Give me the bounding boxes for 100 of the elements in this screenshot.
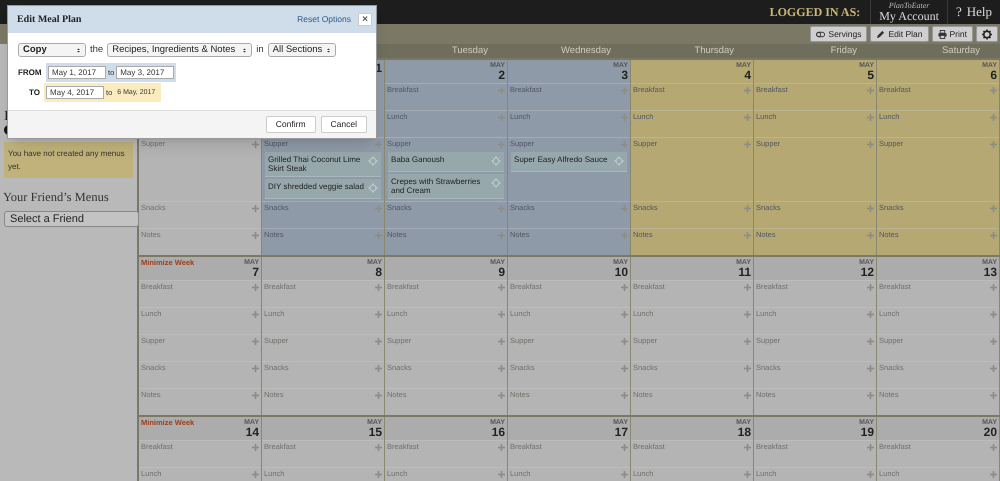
add-icon[interactable] — [621, 470, 628, 478]
recipe-card[interactable]: Crepes with Strawberries and Cream — [388, 174, 504, 199]
to-start-field[interactable]: May 4, 2017 — [46, 86, 104, 100]
add-icon[interactable] — [990, 284, 997, 290]
add-icon[interactable] — [375, 232, 382, 238]
add-icon[interactable] — [375, 338, 382, 344]
add-icon[interactable] — [498, 444, 505, 450]
add-icon[interactable] — [498, 232, 505, 238]
add-icon[interactable] — [744, 392, 751, 398]
add-icon[interactable] — [375, 364, 382, 372]
recipe-card[interactable]: Grilled Thai Coconut Lime Skirt Steak — [265, 152, 381, 177]
add-icon[interactable] — [990, 86, 997, 94]
add-icon[interactable] — [744, 232, 751, 238]
action-select[interactable]: Copy — [18, 43, 86, 58]
add-icon[interactable] — [621, 140, 628, 148]
add-icon[interactable] — [744, 444, 751, 450]
dialog-button[interactable]: Confirm — [266, 116, 316, 134]
edit-button[interactable]: Edit Plan — [870, 26, 929, 42]
add-icon[interactable] — [375, 140, 382, 148]
add-icon[interactable] — [744, 310, 751, 318]
add-icon[interactable] — [990, 232, 997, 238]
add-icon[interactable] — [744, 140, 751, 148]
section-select[interactable]: All Sections — [268, 43, 336, 58]
add-icon[interactable] — [498, 114, 505, 120]
add-icon[interactable] — [498, 392, 505, 398]
add-icon[interactable] — [867, 470, 874, 478]
add-icon[interactable] — [744, 86, 751, 94]
add-icon[interactable] — [498, 204, 505, 212]
add-icon[interactable] — [990, 338, 997, 344]
add-icon[interactable] — [867, 86, 874, 94]
add-icon[interactable] — [867, 140, 874, 148]
add-icon[interactable] — [621, 232, 628, 238]
add-icon[interactable] — [252, 470, 259, 478]
add-icon[interactable] — [990, 204, 997, 212]
add-icon[interactable] — [621, 86, 628, 94]
add-icon[interactable] — [744, 364, 751, 372]
add-icon[interactable] — [990, 310, 997, 318]
add-icon[interactable] — [498, 364, 505, 372]
settings-button[interactable] — [976, 26, 998, 42]
friend-select[interactable]: Select a Friend — [4, 210, 139, 227]
add-icon[interactable] — [375, 470, 382, 478]
reset-options-link[interactable]: Reset Options — [297, 13, 351, 26]
add-icon[interactable] — [621, 310, 628, 318]
dialog-button[interactable]: Cancel — [320, 116, 367, 134]
add-icon[interactable] — [498, 310, 505, 318]
add-icon[interactable] — [498, 284, 505, 290]
add-icon[interactable] — [621, 204, 628, 212]
servings-button[interactable]: Servings — [810, 26, 868, 42]
add-icon[interactable] — [867, 444, 874, 450]
add-icon[interactable] — [621, 392, 628, 398]
add-icon[interactable] — [252, 284, 259, 290]
add-icon[interactable] — [252, 392, 259, 398]
add-icon[interactable] — [498, 140, 505, 148]
add-icon[interactable] — [744, 338, 751, 344]
add-icon[interactable] — [498, 86, 505, 94]
add-icon[interactable] — [252, 204, 259, 212]
add-icon[interactable] — [498, 470, 505, 478]
add-icon[interactable] — [252, 338, 259, 344]
add-icon[interactable] — [867, 114, 874, 120]
add-icon[interactable] — [867, 232, 874, 238]
add-icon[interactable] — [375, 204, 382, 212]
add-icon[interactable] — [252, 444, 259, 450]
add-icon[interactable] — [375, 392, 382, 398]
add-icon[interactable] — [744, 470, 751, 478]
help-link[interactable]: ? Help — [948, 2, 1000, 22]
close-button[interactable]: × — [358, 13, 372, 26]
add-icon[interactable] — [990, 444, 997, 450]
add-icon[interactable] — [498, 338, 505, 344]
add-icon[interactable] — [867, 204, 874, 212]
add-icon[interactable] — [744, 284, 751, 290]
add-icon[interactable] — [375, 284, 382, 290]
recipe-card[interactable]: Baba Ganoush — [388, 152, 504, 172]
add-icon[interactable] — [867, 338, 874, 344]
add-icon[interactable] — [252, 310, 259, 318]
print-button[interactable]: Print — [932, 26, 973, 42]
add-icon[interactable] — [621, 114, 628, 120]
from-end-field[interactable]: May 3, 2017 — [116, 66, 174, 80]
add-icon[interactable] — [252, 140, 259, 148]
recipe-card[interactable]: Super Easy Alfredo Sauce — [511, 152, 627, 172]
account-link[interactable]: My Account — [879, 10, 939, 22]
add-icon[interactable] — [867, 392, 874, 398]
add-icon[interactable] — [867, 364, 874, 372]
add-icon[interactable] — [252, 364, 259, 372]
add-icon[interactable] — [867, 310, 874, 318]
add-icon[interactable] — [990, 364, 997, 372]
add-icon[interactable] — [990, 140, 997, 148]
content-select[interactable]: Recipes, Ingredients & Notes — [107, 43, 252, 58]
add-icon[interactable] — [990, 392, 997, 398]
add-icon[interactable] — [621, 364, 628, 372]
add-icon[interactable] — [867, 284, 874, 290]
add-icon[interactable] — [990, 470, 997, 478]
add-icon[interactable] — [744, 114, 751, 120]
add-icon[interactable] — [375, 444, 382, 450]
add-icon[interactable] — [621, 284, 628, 290]
add-icon[interactable] — [621, 444, 628, 450]
add-icon[interactable] — [744, 204, 751, 212]
from-start-field[interactable]: May 1, 2017 — [48, 66, 106, 80]
add-icon[interactable] — [375, 310, 382, 318]
add-icon[interactable] — [252, 232, 259, 238]
add-icon[interactable] — [990, 114, 997, 120]
